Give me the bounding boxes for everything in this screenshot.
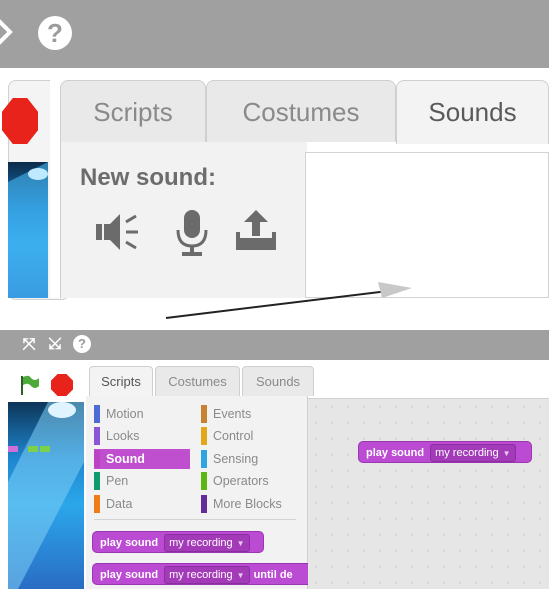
- palette-divider: [94, 519, 296, 520]
- category-operators[interactable]: Operators: [201, 471, 299, 491]
- close-icon[interactable]: [0, 14, 14, 50]
- canvas-play-sound-block[interactable]: play sound my recording ▼: [358, 441, 532, 463]
- play-sound-until-done-block[interactable]: play sound my recording ▼ until de: [92, 563, 308, 585]
- tab-sounds-small[interactable]: Sounds: [242, 366, 314, 396]
- category-events[interactable]: Events: [201, 404, 299, 424]
- category-sound[interactable]: Sound: [94, 449, 190, 469]
- category-pen[interactable]: Pen: [94, 471, 190, 491]
- sound-dropdown-2[interactable]: my recording ▼: [164, 566, 250, 585]
- arrow-connector: [165, 282, 412, 319]
- small-stage-icon[interactable]: ⤩: [46, 336, 64, 354]
- upload-icon[interactable]: [232, 206, 280, 258]
- scripts-canvas[interactable]: [308, 398, 549, 589]
- canvas-sound-dropdown[interactable]: my recording ▼: [430, 444, 516, 463]
- tab-sounds[interactable]: Sounds: [396, 80, 549, 144]
- category-data[interactable]: Data: [94, 494, 190, 514]
- tab-costumes-small[interactable]: Costumes: [155, 366, 240, 396]
- help-icon[interactable]: ?: [38, 16, 72, 50]
- play-sound-block[interactable]: play sound my recording ▼: [92, 531, 264, 553]
- tab-scripts-small[interactable]: Scripts: [89, 366, 153, 398]
- stage-spotlight-graphic-small: [8, 402, 84, 589]
- microphone-icon[interactable]: [168, 206, 216, 258]
- category-control[interactable]: Control: [201, 426, 299, 446]
- category-looks[interactable]: Looks: [94, 426, 190, 446]
- category-motion[interactable]: Motion: [94, 404, 190, 424]
- help-icon-small[interactable]: ?: [73, 335, 91, 353]
- tab-costumes[interactable]: Costumes: [206, 80, 396, 142]
- new-sound-label: New sound:: [80, 164, 216, 191]
- block-palette: [86, 396, 308, 589]
- top-titlebar: [0, 0, 549, 68]
- green-flag-icon[interactable]: [18, 374, 40, 396]
- category-more-blocks[interactable]: More Blocks: [201, 494, 299, 514]
- sound-dropdown[interactable]: my recording ▼: [164, 534, 250, 553]
- category-sensing[interactable]: Sensing: [201, 449, 299, 469]
- tab-scripts[interactable]: Scripts: [60, 80, 206, 142]
- speaker-icon[interactable]: [92, 206, 140, 258]
- fullscreen-icon[interactable]: ⤧: [20, 336, 38, 354]
